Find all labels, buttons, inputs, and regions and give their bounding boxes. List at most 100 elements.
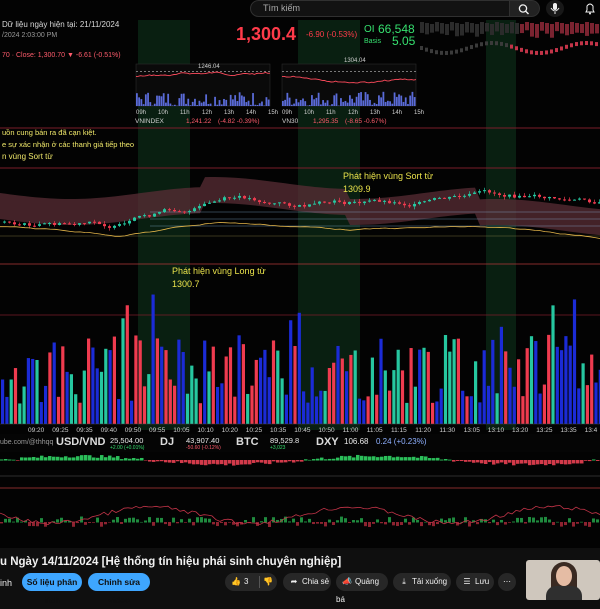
- mini-chart-volume: [407, 104, 409, 106]
- volume-bar: [276, 351, 279, 424]
- oscillator-bar: [356, 455, 360, 461]
- momentum-bar: [292, 519, 295, 523]
- momentum-bar: [76, 522, 79, 523]
- bell-icon[interactable]: [582, 0, 598, 17]
- candle-body: [43, 223, 46, 224]
- candle-body: [248, 198, 251, 199]
- volume-bar: [272, 340, 275, 424]
- oscillator-bar: [520, 460, 524, 464]
- download-label: Tải xuống: [412, 577, 447, 586]
- mini-chart-volume: [286, 93, 288, 106]
- candle-body: [478, 191, 481, 192]
- mini-chart-volume: [181, 94, 183, 106]
- momentum-bar: [196, 517, 199, 522]
- oscillator-bar: [396, 457, 400, 461]
- momentum-bar: [496, 522, 499, 525]
- volume-bar: [508, 368, 511, 424]
- search-button[interactable]: [510, 0, 540, 17]
- mini-chart-volume: [412, 92, 414, 106]
- mini-chart-vnindex-change: (-4.82 -0.39%): [218, 118, 260, 125]
- share-label: Chia sẻ: [302, 577, 329, 586]
- momentum-bar: [396, 522, 399, 526]
- video-player[interactable]: 09h10h11h12h13h14h15h09h10h11h12h13h14h1…: [0, 0, 600, 548]
- dislike-icon[interactable]: 👎: [263, 573, 273, 591]
- analytics-button[interactable]: Số liệu phân tích: [22, 573, 82, 591]
- candle-body: [233, 198, 236, 199]
- heat-cell: [480, 42, 483, 46]
- oscillator-bar: [8, 460, 12, 461]
- oscillator-bar: [364, 456, 368, 460]
- oscillator-bar: [452, 460, 456, 462]
- mini-chart-vnindex-ref: 1246.04: [198, 64, 220, 70]
- oscillator-bar: [100, 455, 104, 460]
- promote-button[interactable]: 📣Quảng bá: [336, 573, 388, 591]
- volume-bar: [418, 350, 421, 424]
- voice-search-button[interactable]: [546, 0, 564, 17]
- heat-cell: [575, 23, 579, 33]
- search-input[interactable]: Tìm kiếm: [250, 0, 510, 17]
- like-icon[interactable]: 👍: [231, 573, 241, 591]
- more-actions-button[interactable]: ⋯: [498, 573, 516, 591]
- oscillator-bar: [536, 460, 540, 464]
- volume-bar: [539, 394, 542, 424]
- mini-chart-volume: [145, 94, 147, 106]
- heat-cell: [510, 45, 513, 49]
- oscillator-bar: [460, 460, 464, 461]
- candle-body: [8, 222, 11, 223]
- mini-chart-volume: [383, 92, 385, 106]
- save-button[interactable]: ☰Lưu: [456, 573, 494, 591]
- volume-bar: [328, 368, 331, 424]
- share-button[interactable]: ➦Chia sẻ: [283, 573, 331, 591]
- mini-chart-volume: [400, 96, 402, 106]
- momentum-bar: [220, 522, 223, 523]
- oscillator-bar: [548, 460, 552, 464]
- momentum-bar: [552, 522, 555, 525]
- oscillator-bar: [72, 457, 76, 460]
- channel-name[interactable]: inh: [0, 578, 12, 588]
- mini-chart-volume: [316, 98, 318, 106]
- oscillator-bar: [116, 456, 120, 460]
- oscillator-bar: [284, 460, 288, 462]
- mini-chart-volume: [207, 104, 209, 106]
- mini-chart-volume: [170, 104, 172, 106]
- oscillator-bar: [12, 460, 16, 461]
- volume-bar: [470, 396, 473, 424]
- volume-bar: [491, 340, 494, 424]
- video-title: u Ngày 14/11/2024 [Hệ thống tín hiệu phá…: [0, 556, 341, 568]
- volume-bar: [195, 378, 198, 424]
- volume-bar: [448, 352, 451, 424]
- momentum-bar: [516, 518, 519, 523]
- candle-body: [323, 202, 326, 203]
- mini-chart-xtick: 13h: [370, 110, 380, 116]
- time-axis-label: 13:10: [488, 427, 505, 434]
- time-axis-label: 13:4: [585, 427, 598, 434]
- edit-video-button[interactable]: Chỉnh sửa video: [88, 573, 150, 591]
- mini-chart-xtick: 12h: [202, 110, 212, 116]
- heat-cell: [590, 41, 593, 45]
- heat-cell: [485, 23, 489, 31]
- candle-body: [253, 198, 256, 200]
- volume-bar: [18, 403, 21, 424]
- volume-bar: [225, 356, 228, 424]
- oscillator-bar: [84, 455, 88, 461]
- heat-cell: [595, 24, 599, 33]
- oscillator-bar: [304, 459, 308, 460]
- mini-chart-volume: [293, 104, 295, 106]
- oscillator-bar: [384, 456, 388, 461]
- momentum-bar: [4, 519, 7, 523]
- download-button[interactable]: ⤓Tải xuống: [393, 573, 451, 591]
- oscillator-bar: [388, 456, 392, 461]
- momentum-bar: [172, 518, 175, 523]
- volume-bar: [242, 344, 245, 424]
- mini-chart-volume: [261, 102, 263, 106]
- volume-bar: [306, 403, 309, 424]
- volume-bar: [156, 338, 159, 424]
- mini-chart-volume: [318, 93, 320, 106]
- volume-bar: [212, 347, 215, 424]
- candle-body: [118, 224, 121, 226]
- oscillator-bar: [348, 456, 352, 461]
- momentum-bar: [28, 522, 31, 526]
- momentum-bar: [224, 522, 227, 525]
- momentum-bar: [112, 520, 115, 523]
- momentum-bar: [372, 522, 375, 524]
